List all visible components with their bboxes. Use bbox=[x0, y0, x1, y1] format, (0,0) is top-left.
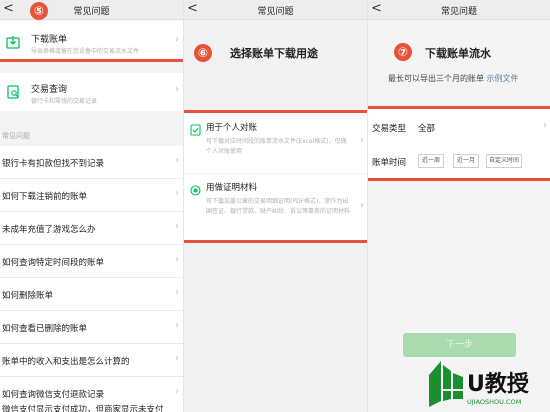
faq-item[interactable]: 微信支付显示支付成功，但商家显示未支付 bbox=[0, 402, 183, 412]
faq-item-label: 如何查询特定时间段的账单 bbox=[2, 258, 105, 268]
windows-flag-icon bbox=[429, 361, 463, 407]
document-check-icon bbox=[190, 121, 201, 140]
watermark-logo: U教授 UJIAOSHOU.COM bbox=[427, 355, 550, 412]
faq-item-label: 账单中的收入和支出是怎么计算的 bbox=[2, 357, 130, 367]
bill-time-label: 账单时间 bbox=[372, 158, 407, 168]
chevron-right-icon: › bbox=[175, 84, 179, 95]
faq-item-label: 微信支付显示支付成功，但商家显示未支付 bbox=[2, 405, 164, 412]
transaction-query-title: 交易查询 bbox=[31, 85, 68, 95]
highlight-line bbox=[368, 178, 550, 181]
transaction-type-row[interactable]: 交易类型 全部 › bbox=[368, 109, 550, 145]
faq-item[interactable]: 账单中的收入和支出是怎么计算的 › bbox=[0, 344, 183, 377]
custom-time-chip[interactable]: 自定义时间 bbox=[486, 154, 522, 168]
faq-section-label: 常见问题 bbox=[2, 132, 30, 140]
faq-item-label: 未成年充值了游戏怎么办 bbox=[2, 225, 96, 235]
step-5-badge: ⑤ bbox=[30, 2, 48, 20]
chevron-right-icon: › bbox=[543, 120, 547, 131]
faq-panel: < 常见问题 下载账单 导出表格或留在您设备中的交易流水文件 › ⑤ 交易查询 … bbox=[0, 0, 183, 412]
export-limit-text: 最长可以导出三个月的账单 bbox=[388, 74, 484, 83]
highlight-line bbox=[184, 240, 367, 243]
download-icon bbox=[5, 34, 21, 50]
radio-selected-icon bbox=[190, 181, 201, 200]
chevron-right-icon: › bbox=[175, 34, 179, 45]
download-bill-card[interactable]: 下载账单 导出表格或留在您设备中的交易流水文件 › bbox=[0, 21, 183, 59]
transaction-type-label: 交易类型 bbox=[372, 124, 407, 134]
nav-bar: < 常见问题 bbox=[368, 0, 550, 20]
last-week-chip[interactable]: 近一周 bbox=[418, 154, 444, 168]
chevron-right-icon: › bbox=[175, 254, 179, 265]
personal-reconcile-title: 用于个人对账 bbox=[206, 123, 258, 133]
last-month-chip[interactable]: 近一月 bbox=[453, 154, 479, 168]
faq-item[interactable]: 如何删除账单 › bbox=[0, 278, 183, 311]
step-6-badge: ⑥ bbox=[194, 44, 212, 62]
page-title: 常见问题 bbox=[257, 7, 294, 17]
transaction-query-subtitle: 银行卡和零钱的交易记录 bbox=[31, 98, 98, 105]
download-statement-panel: < 常见问题 ⑦ 下载账单流水 最长可以导出三个月的账单 示例文件 交易类型 全… bbox=[367, 0, 550, 412]
faq-item-label: 银行卡有扣款但找不到记录 bbox=[2, 159, 105, 169]
usage-heading: 选择账单下载用途 bbox=[230, 47, 318, 60]
proof-material-option[interactable]: 用做证明材料 可下载加盖公章的交易明细证明(PDF格式)，常作为出国签证、银行贷… bbox=[184, 174, 367, 240]
highlight-line bbox=[0, 59, 183, 62]
proof-material-title: 用做证明材料 bbox=[206, 183, 258, 193]
proof-material-desc: 可下载加盖公章的交易明细证明(PDF格式)，常作为出国签证、银行贷款、财产纠纷、… bbox=[206, 198, 351, 215]
nav-bar: < 常见问题 bbox=[184, 0, 367, 20]
faq-item[interactable]: 如何查看已删除的账单 › bbox=[0, 311, 183, 344]
bill-time-row: 账单时间 近一周 近一月 自定义时间 bbox=[368, 143, 550, 179]
faq-item-label: 如何下载注销前的账单 bbox=[2, 192, 88, 202]
transaction-type-value: 全部 bbox=[418, 124, 436, 134]
transaction-query-card[interactable]: 交易查询 银行卡和零钱的交易记录 › bbox=[0, 73, 183, 111]
next-button[interactable]: 下一步 bbox=[403, 333, 516, 357]
personal-reconcile-desc: 可下载对应时间段的账单流水文件(Excel格式)，仅做个人对账使用 bbox=[206, 138, 347, 155]
faq-item[interactable]: 如何查询特定时间段的账单 › bbox=[0, 245, 183, 278]
page-title: 常见问题 bbox=[73, 7, 110, 17]
sample-file-link[interactable]: 示例文件 bbox=[487, 74, 519, 83]
personal-reconcile-option[interactable]: 用于个人对账 可下载对应时间段的账单流水文件(Excel格式)，仅做个人对账使用… bbox=[184, 113, 367, 173]
nav-bar: < 常见问题 bbox=[0, 0, 183, 20]
svg-text:UJIAOSHOU.COM: UJIAOSHOU.COM bbox=[467, 398, 521, 406]
svg-text:U教授: U教授 bbox=[467, 371, 530, 397]
page-title: 常见问题 bbox=[440, 7, 477, 17]
export-limit-note: 最长可以导出三个月的账单 示例文件 bbox=[388, 73, 519, 84]
faq-item-label: 如何查看已删除的账单 bbox=[2, 324, 88, 334]
faq-item-label: 如何删除账单 bbox=[2, 291, 54, 301]
chevron-right-icon: › bbox=[175, 287, 179, 298]
faq-item[interactable]: 银行卡有扣款但找不到记录 › bbox=[0, 146, 183, 179]
faq-item[interactable]: 如何下载注销前的账单 › bbox=[0, 179, 183, 212]
chevron-right-icon: › bbox=[175, 155, 179, 166]
chevron-right-icon: › bbox=[175, 188, 179, 199]
chevron-right-icon: › bbox=[175, 320, 179, 331]
receipt-search-icon bbox=[5, 84, 21, 100]
download-bill-subtitle: 导出表格或留在您设备中的交易流水文件 bbox=[31, 48, 140, 55]
chevron-right-icon: › bbox=[175, 386, 179, 397]
download-bill-title: 下载账单 bbox=[31, 35, 68, 45]
chevron-right-icon: › bbox=[360, 135, 364, 146]
chevron-right-icon: › bbox=[175, 221, 179, 232]
usage-panel: < 常见问题 ⑥ 选择账单下载用途 用于个人对账 可下载对应时间段的账单流水文件… bbox=[183, 0, 367, 412]
faq-item[interactable]: 未成年充值了游戏怎么办 › bbox=[0, 212, 183, 245]
statement-heading: 下载账单流水 bbox=[425, 47, 491, 60]
faq-item-label: 如何查询微信支付退款记录 bbox=[2, 390, 105, 400]
chevron-right-icon: › bbox=[360, 200, 364, 211]
chevron-right-icon: › bbox=[175, 353, 179, 364]
step-7-badge: ⑦ bbox=[394, 43, 412, 61]
